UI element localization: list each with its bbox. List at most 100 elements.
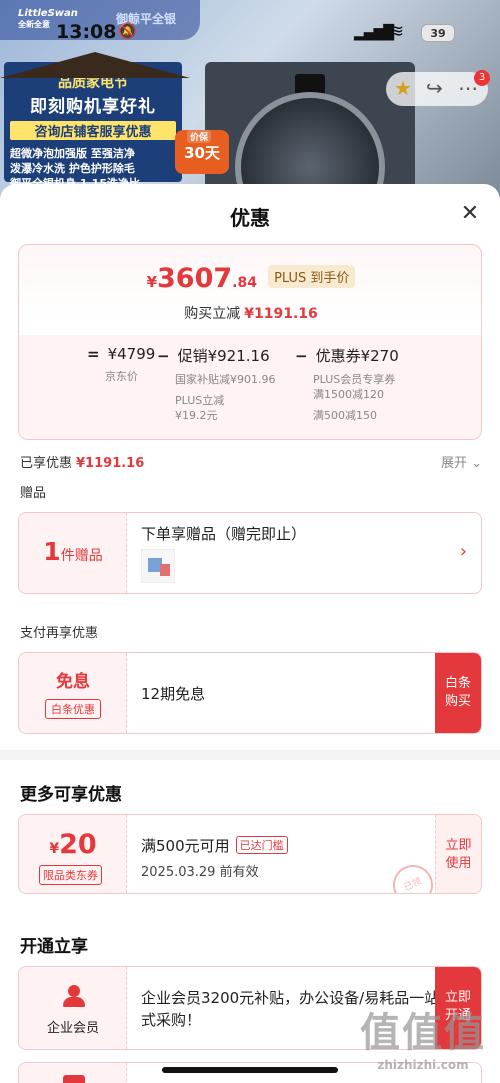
jd-price-label: 京东价 [105,370,138,383]
chevron-right-icon[interactable]: › [460,541,467,562]
price-currency: ¥ [146,273,158,291]
promo-banner: 品质家电节 即刻购机享好礼 咨询店铺客服享优惠 超微净泡加强版 至强洁净 泼瀑冷… [0,52,190,190]
reduction-label: 购买立减 [184,306,241,322]
bag-icon [63,1075,85,1083]
price-protect-badge: 价保 30天 [175,130,229,174]
status-time: 13:08 [56,21,117,43]
discount-sheet: 优惠 ✕ ¥3607.84 PLUS 到手价 购买立减 ¥1191.16 = ¥47… [0,184,500,1083]
more-offers-title: 更多可享优惠 [20,785,122,805]
coupon-expiry: 2025.03.29 前有效 [141,865,259,880]
gift-section-label: 赠品 [20,486,47,501]
share-icon[interactable]: ↪ [426,76,443,100]
favorite-star-icon[interactable]: ★ [394,76,412,100]
sheet-title: 优惠 [230,206,270,230]
calc-jd-price: = ¥4799 京东价 [87,345,155,384]
coupon-category-tag: 限品类东券 [39,865,102,885]
person-icon-body [63,997,85,1007]
open-enjoy-title: 开通立享 [20,937,88,957]
plus-price-tag: PLUS 到手价 [268,265,356,288]
baitiao-tag: 白条优惠 [45,699,101,719]
banner-line-2: 即刻购机享好礼 [30,97,156,117]
calc-promotion: − 促销¥921.16 国家补贴减¥901.96 PLUS立减 ¥19.2元 [157,345,276,423]
interest-free-label: 免息 [56,672,90,692]
site-watermark: 值值值 zhizhizhi.com [350,1000,496,1072]
banner-feature-1: 超微净泡加强版 至强洁净 [10,147,135,160]
watermark-logo: 值值值 [360,1010,486,1056]
coupon-rule-1: 满1500减120 [313,388,384,401]
calc-coupon: − 优惠券¥270 PLUS会员专享券 满1500减120 满500减150 [295,345,399,423]
claimed-stamp: 已领 [386,858,440,893]
expand-label: 展开 [440,456,467,471]
watermark-url: zhizhizhi.com [377,1058,469,1072]
person-icon-head [68,985,80,997]
plus-discount-label: PLUS立减 [175,394,225,407]
cellular-signal-icon: ▂▄▆█ [354,25,394,41]
brand-name: LittleSwan [18,8,78,19]
plus-discount-value: ¥19.2元 [175,409,218,422]
promotion-total: 促销¥921.16 [177,347,270,365]
section-divider [0,750,500,760]
reduction-value: ¥1191.16 [244,306,318,322]
mute-bell-icon: 🔕 [118,22,137,40]
price-calculation: = ¥4799 京东价 − 促销¥921.16 国家补贴减¥901.96 PLUS立… [19,335,481,439]
wifi-icon: ≋ [389,21,405,42]
national-subsidy: 国家补贴减¥901.96 [175,373,276,386]
coupon-card: ¥20 限品类东券 满500元可用 已达门槛 2025.03.29 前有效 已领 … [18,814,482,894]
jd-price-value: ¥4799 [107,345,156,363]
gift-card[interactable]: 1件赠品 下单享赠品（赠完即止） › [18,512,482,594]
price-integer: 3607 [157,263,233,294]
banner-feature-2: 泼瀑冷水洗 护色护形除毛 [10,162,135,175]
pay-card-left [19,653,127,733]
minus-sign: − [295,347,308,365]
washing-machine-image [205,62,415,200]
coupon-rule-2: 满500减150 [313,409,377,422]
gift-thumb-shape-2 [160,564,170,576]
baitiao-btn-line2: 购买 [444,694,471,709]
enjoyed-value: ¥1191.16 [76,456,145,471]
coupon-condition-text: 满500元可用 [141,837,230,855]
enjoyed-label: 已享优惠 [20,456,73,471]
coupon-condition: 满500元可用 已达门槛 [141,835,288,856]
installment-desc: 12期免息 [141,685,206,703]
badge-small-label: 价保 [187,130,212,143]
battery-icon: 39 [421,24,455,42]
final-price: ¥3607.84 PLUS 到手价 [19,263,481,294]
use-coupon-button[interactable]: 立即 使用 [435,815,481,893]
use-btn-line2: 使用 [445,856,472,871]
gift-thumbnail[interactable] [141,549,175,583]
gift-title: 下单享赠品（赠完即止） [141,525,307,543]
baitiao-btn-line1: 白条 [444,676,471,691]
use-btn-line1: 立即 [445,838,472,853]
coupon-value: 20 [59,829,97,860]
badge-main-label: 30天 [184,144,220,162]
equals-sign: = [87,345,100,363]
vip-card-left [19,967,127,1049]
expand-button[interactable]: 展开 ⌄ [441,452,482,471]
plus-coupon-label: PLUS会员专享券 [313,373,396,386]
price-decimal: .84 [232,275,257,291]
person-icon [63,985,85,1007]
close-icon[interactable]: ✕ [456,200,484,228]
threshold-reached-tag: 已达门槛 [235,836,288,854]
pay-section-label: 支付再享优惠 [20,626,99,641]
gift-count: 1件赠品 [19,537,127,566]
enterprise-member-label: 企业会员 [46,1021,99,1036]
banner-roof [0,52,190,78]
purchase-reduction: 购买立减 ¥1191.16 [19,303,481,323]
minus-sign: − [157,347,170,365]
enjoyed-discount-row: 已享优惠 ¥1191.16 展开 ⌄ [20,452,482,472]
chevron-down-icon: ⌄ [471,456,482,471]
coupon-currency: ¥ [49,841,60,857]
gift-count-number: 1 [43,537,61,566]
notification-badge: 3 [474,70,490,86]
status-bar: LittleSwan 全新全意 御鲸平全银 13:08 🔕 ▂▄▆█ ≋ 39 [0,0,500,50]
coupon-amount: ¥20 [19,829,127,860]
baitiao-buy-button[interactable]: 白条 购买 [435,653,481,733]
coupon-total: 优惠券¥270 [315,347,399,365]
top-action-bar: ★ ↪ ⋯ [386,72,488,106]
banner-line-3: 咨询店铺客服享优惠 [10,121,176,140]
home-indicator[interactable] [162,1067,338,1073]
gift-count-unit: 件赠品 [60,548,103,564]
payment-offer-card: 免息 白条优惠 12期免息 白条 购买 [18,652,482,734]
price-breakdown-card: ¥3607.84 PLUS 到手价 购买立减 ¥1191.16 = ¥4799 京东… [18,244,482,440]
